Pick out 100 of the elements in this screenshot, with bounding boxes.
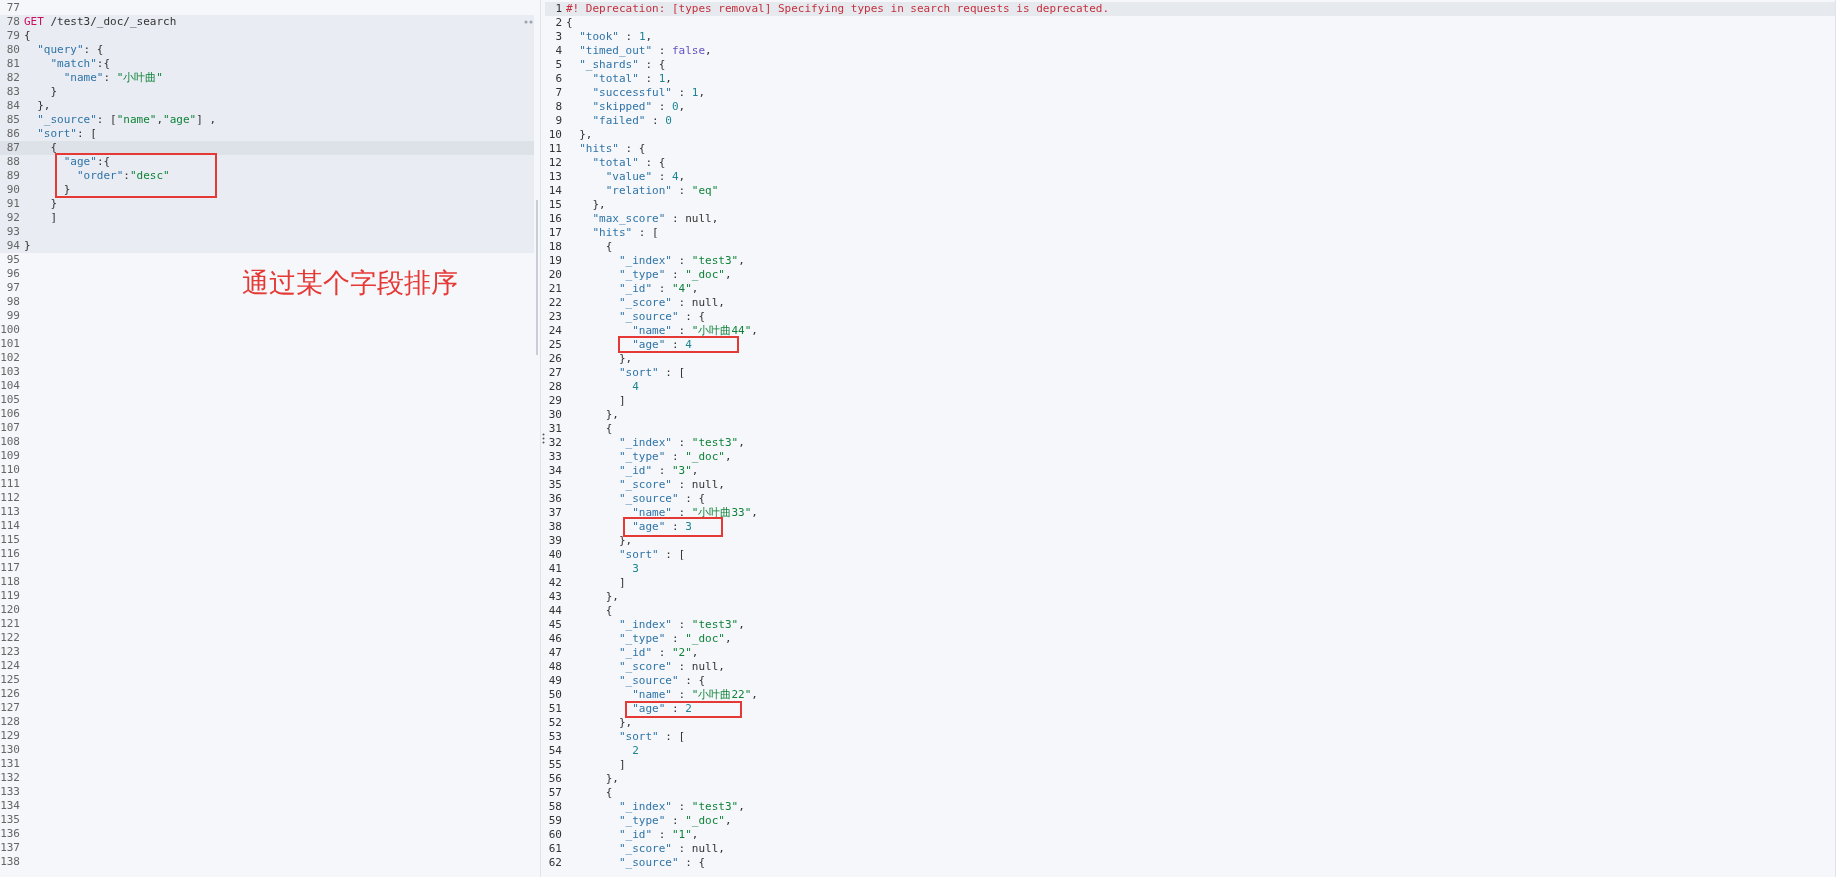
line-number: 84 bbox=[5, 99, 20, 113]
code-line: ] bbox=[619, 576, 626, 589]
line-number: 54 bbox=[547, 744, 562, 758]
line-number: 29 bbox=[547, 394, 562, 408]
line-number: 17 bbox=[547, 226, 562, 240]
line-number: 33 bbox=[547, 450, 562, 464]
line-number: 134 bbox=[0, 799, 20, 813]
code-line: { bbox=[605, 422, 613, 435]
code-line: "relation" : "eq" bbox=[605, 184, 719, 197]
line-number: 99 bbox=[5, 309, 20, 323]
code-line: "_score" : null, bbox=[619, 296, 725, 309]
code-line: } bbox=[24, 239, 31, 252]
code-line: 4 bbox=[632, 380, 639, 393]
line-number: 80 bbox=[5, 43, 20, 57]
code-line: "hits" : { bbox=[579, 142, 646, 155]
code-line: }, bbox=[592, 198, 606, 211]
line-number: 107 bbox=[0, 421, 20, 435]
code-line: "sort": [ bbox=[37, 127, 97, 140]
line-number: 11 bbox=[547, 142, 562, 156]
code-line: }, bbox=[37, 99, 51, 112]
code-line: "_score" : null, bbox=[619, 660, 725, 673]
line-number: 12 bbox=[547, 156, 562, 170]
code-line: { bbox=[605, 604, 613, 617]
line-number: 106 bbox=[0, 407, 20, 421]
line-number: 22 bbox=[547, 296, 562, 310]
code-line: }, bbox=[619, 716, 633, 729]
line-number: 9 bbox=[554, 114, 562, 128]
resize-handle[interactable] bbox=[541, 433, 545, 444]
line-number: 122 bbox=[0, 631, 20, 645]
line-number: 46 bbox=[547, 632, 562, 646]
line-number: 96 bbox=[5, 267, 20, 281]
line-number: 78 bbox=[5, 15, 20, 29]
code-line: { bbox=[50, 141, 58, 154]
line-number: 20 bbox=[547, 268, 562, 282]
line-number: 108 bbox=[0, 435, 20, 449]
code-line: "total" : { bbox=[592, 156, 666, 169]
code-line: "_score" : null, bbox=[619, 842, 725, 855]
code-line: "name" : "小叶曲33", bbox=[632, 506, 758, 519]
code-line: { bbox=[566, 16, 573, 29]
line-number: 97 bbox=[5, 281, 20, 295]
line-number: 110 bbox=[0, 463, 20, 477]
line-number: 132 bbox=[0, 771, 20, 785]
line-number: 109 bbox=[0, 449, 20, 463]
code-line: "order":"desc" bbox=[77, 169, 170, 182]
code-line: "_id" : "4", bbox=[619, 282, 699, 295]
line-number: 15 bbox=[547, 198, 562, 212]
code-line: ] bbox=[619, 758, 626, 771]
actions-icon[interactable] bbox=[524, 19, 534, 25]
code-line: ] bbox=[619, 394, 626, 407]
line-number: 41 bbox=[547, 562, 562, 576]
code-line: "_shards" : { bbox=[579, 58, 666, 71]
code-line: }, bbox=[605, 772, 619, 785]
line-number: 60 bbox=[547, 828, 562, 842]
code-line: }, bbox=[579, 128, 593, 141]
line-number: 30 bbox=[547, 408, 562, 422]
line-number: 27 bbox=[547, 366, 562, 380]
line-number: 62 bbox=[547, 856, 562, 870]
line-number: 116 bbox=[0, 547, 20, 561]
line-number: 55 bbox=[547, 758, 562, 772]
line-number: 32 bbox=[547, 436, 562, 450]
code-line: }, bbox=[619, 352, 633, 365]
line-number: 128 bbox=[0, 715, 20, 729]
line-number: 95 bbox=[5, 253, 20, 267]
code-line: "_index" : "test3", bbox=[619, 254, 745, 267]
line-number: 88 bbox=[5, 155, 20, 169]
line-number: 119 bbox=[0, 589, 20, 603]
line-number: 23 bbox=[547, 310, 562, 324]
code-line: 2 bbox=[632, 744, 639, 757]
line-number: 101 bbox=[0, 337, 20, 351]
code-line: "_index" : "test3", bbox=[619, 618, 745, 631]
line-number: 25 bbox=[547, 338, 562, 352]
line-number: 100 bbox=[0, 323, 20, 337]
code-line: "name" : "小叶曲22", bbox=[632, 688, 758, 701]
line-number: 93 bbox=[5, 225, 20, 239]
line-number: 28 bbox=[547, 380, 562, 394]
line-number: 26 bbox=[547, 352, 562, 366]
line-number: 8 bbox=[554, 100, 562, 114]
code-line: "_id" : "3", bbox=[619, 464, 699, 477]
code-line: "_type" : "_doc", bbox=[619, 450, 732, 463]
line-number: 136 bbox=[0, 827, 20, 841]
line-number: 61 bbox=[547, 842, 562, 856]
line-number: 57 bbox=[547, 786, 562, 800]
line-number: 10 bbox=[547, 128, 562, 142]
line-number: 87 bbox=[5, 141, 20, 155]
line-number: 3 bbox=[554, 30, 562, 44]
line-number: 39 bbox=[547, 534, 562, 548]
line-number: 42 bbox=[547, 576, 562, 590]
code-line: "match":{ bbox=[50, 57, 111, 70]
scrollbar[interactable] bbox=[536, 200, 538, 355]
line-number: 35 bbox=[547, 478, 562, 492]
line-number: 112 bbox=[0, 491, 20, 505]
code-line: "name" : "小叶曲44", bbox=[632, 324, 758, 337]
code-line: "_source" : { bbox=[619, 310, 706, 323]
line-number: 18 bbox=[547, 240, 562, 254]
line-number: 130 bbox=[0, 743, 20, 757]
line-number: 135 bbox=[0, 813, 20, 827]
line-number: 40 bbox=[547, 548, 562, 562]
code-line: } bbox=[50, 197, 58, 210]
line-number: 98 bbox=[5, 295, 20, 309]
line-number: 86 bbox=[5, 127, 20, 141]
